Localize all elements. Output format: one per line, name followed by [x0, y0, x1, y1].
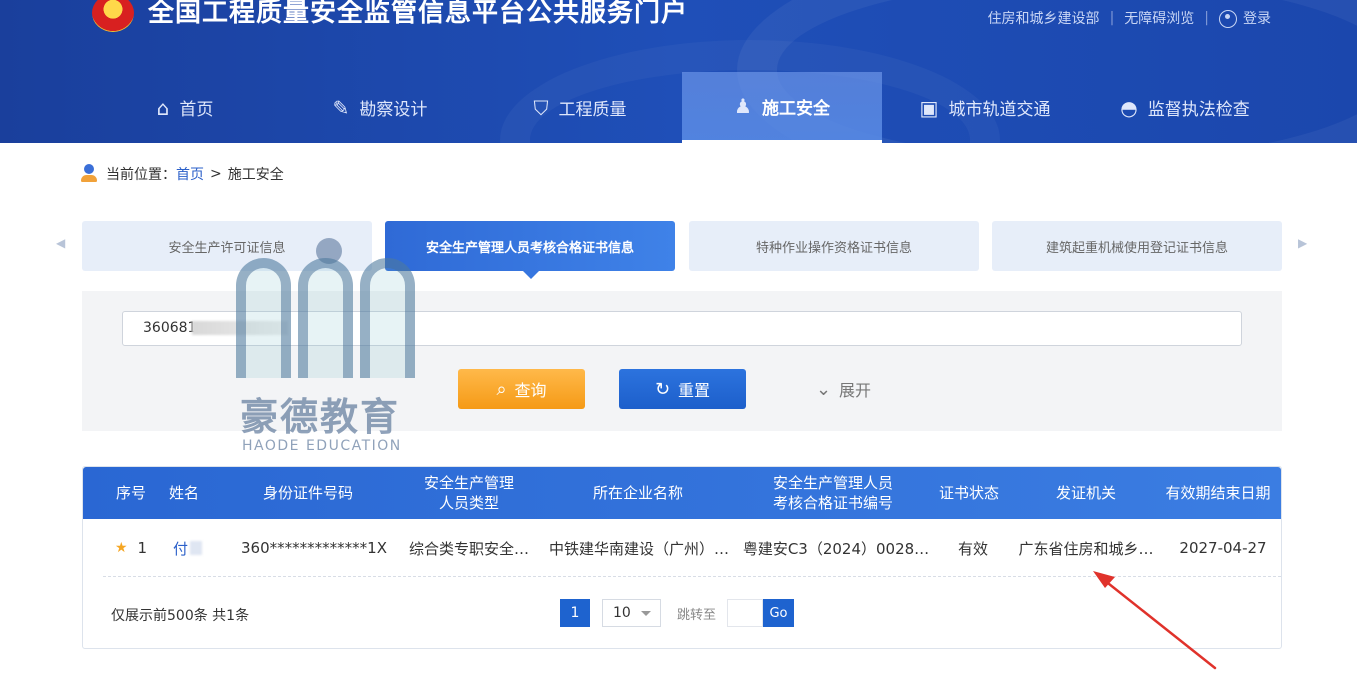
cell-company: 中铁建华南建设（广州）…: [548, 539, 729, 558]
nav-item-rail-transit[interactable]: ▣ 城市轨道交通: [900, 72, 1070, 143]
tab-special-operation-cert[interactable]: 特种作业操作资格证书信息: [689, 221, 979, 271]
page-size-select[interactable]: 10: [602, 599, 661, 627]
redaction-blur: [190, 541, 203, 555]
search-icon: ⌕: [496, 378, 507, 400]
column-header-issuer: 发证机关: [1055, 484, 1116, 502]
go-button[interactable]: Go: [763, 599, 794, 627]
shield-icon: ⛉: [533, 95, 549, 120]
column-header-id: 身份证件号码: [262, 484, 353, 502]
officer-cap-icon: ◓: [1120, 95, 1138, 120]
jump-to-label: 跳转至: [677, 608, 717, 623]
nav-item-supervision[interactable]: ◓ 监督执法检查: [1100, 72, 1270, 143]
tabs-next-arrow-icon[interactable]: ▶: [1298, 236, 1307, 250]
result-count-info: 仅展示前500条 共1条: [111, 608, 250, 624]
watermark-subtext: HAODE EDUCATION: [242, 438, 402, 454]
top-link-accessibility[interactable]: 无障碍浏览: [1124, 8, 1194, 28]
nav-item-home[interactable]: ⌂ 首页: [105, 72, 265, 143]
tab-safety-permit[interactable]: 安全生产许可证信息: [82, 221, 372, 271]
column-header-index: 序号: [115, 484, 146, 502]
cell-cert-no: 粤建安C3（2024）0028…: [742, 539, 930, 558]
chevron-down-circle-icon: ⌄: [815, 378, 832, 400]
query-label: 查询: [514, 381, 547, 400]
location-icon: [80, 164, 98, 184]
nav-label: 监督执法检查: [1147, 100, 1250, 120]
national-emblem-icon: [92, 0, 134, 32]
home-icon: ⌂: [156, 95, 170, 120]
breadcrumb-current: 施工安全: [227, 167, 284, 183]
id-search-input[interactable]: 360681: [122, 311, 1242, 346]
person-name-link[interactable]: 付: [173, 538, 188, 559]
expand-label: 展开: [839, 381, 872, 400]
nav-label: 城市轨道交通: [948, 100, 1051, 120]
nav-item-design[interactable]: ✎ 勘察设计: [300, 72, 460, 143]
tabs-prev-arrow-icon[interactable]: ◀: [56, 236, 65, 250]
redaction-blur: [192, 321, 288, 335]
nav-label: 首页: [179, 100, 214, 120]
cell-status: 有效: [957, 539, 988, 558]
tab-safety-manager-cert[interactable]: 安全生产管理人员考核合格证书信息: [385, 221, 675, 279]
table-header: 序号 姓名 身份证件号码 安全生产管理 人员类型 所在企业名称 安全生产管理人员…: [83, 467, 1281, 519]
column-header-company: 所在企业名称: [592, 484, 683, 502]
breadcrumb-home-link[interactable]: 首页: [176, 164, 204, 184]
top-links: 住房和城乡建设部 | 无障碍浏览 | 登录: [988, 8, 1271, 28]
column-header-name: 姓名: [168, 484, 199, 502]
site-title: 全国工程质量安全监管信息平台公共服务门户: [148, 0, 689, 28]
user-icon: [1219, 10, 1237, 28]
column-header-cert-no: 安全生产管理人员 考核合格证书编号: [772, 474, 893, 512]
column-header-status: 证书状态: [938, 484, 999, 502]
row-index: 1: [137, 539, 148, 557]
search-panel: 360681 ⌕ 查询 ↻ 重置 ⌄ 展开: [82, 291, 1282, 431]
nav-item-quality[interactable]: ⛉ 工程质量: [500, 72, 660, 143]
page-button-current[interactable]: 1: [560, 599, 590, 627]
query-button[interactable]: ⌕ 查询: [458, 369, 585, 409]
annotation-arrow-icon: [1093, 571, 1217, 670]
cell-name[interactable]: 付: [159, 519, 219, 577]
login-button[interactable]: 登录: [1219, 8, 1271, 28]
nav-label: 施工安全: [761, 98, 830, 119]
divider: |: [1204, 10, 1209, 26]
main-nav: ⌂ 首页 ✎ 勘察设计 ⛉ 工程质量 ♟ 施工安全 ▣ 城市轨道交通 ◓ 监督执…: [0, 72, 1357, 143]
nav-label: 勘察设计: [359, 100, 428, 120]
column-header-type: 安全生产管理 人员类型: [423, 474, 514, 512]
expand-button[interactable]: ⌄ 展开: [780, 369, 907, 409]
cell-index: ★ 1: [103, 519, 159, 577]
jump-page-input[interactable]: [727, 599, 763, 627]
nav-label: 工程质量: [558, 100, 627, 120]
cell-type: 综合类专职安全…: [408, 539, 529, 558]
refresh-icon: ↻: [654, 378, 671, 400]
nav-item-construction-safety[interactable]: ♟ 施工安全: [682, 72, 882, 143]
design-tools-icon: ✎: [332, 95, 350, 120]
login-label: 登录: [1243, 11, 1271, 27]
worker-icon: ♟: [734, 94, 752, 118]
divider: |: [1109, 10, 1115, 26]
tab-crane-registration-cert[interactable]: 建筑起重机械使用登记证书信息: [992, 221, 1282, 271]
site-header: 全国工程质量安全监管信息平台公共服务门户 住房和城乡建设部 | 无障碍浏览 | …: [0, 0, 1357, 143]
reset-label: 重置: [678, 381, 711, 400]
train-icon: ▣: [919, 95, 939, 120]
caret-down-icon: [641, 611, 651, 616]
page-size-value: 10: [613, 605, 631, 621]
breadcrumb-prefix: 当前位置：: [106, 167, 176, 183]
cell-id-number: 360*************1X: [241, 539, 387, 557]
column-header-expiry: 有效期结束日期: [1165, 484, 1271, 502]
reset-button[interactable]: ↻ 重置: [619, 369, 746, 409]
star-icon[interactable]: ★: [115, 540, 128, 556]
top-link-ministry[interactable]: 住房和城乡建设部: [988, 8, 1100, 28]
breadcrumb-separator: >: [210, 166, 222, 182]
breadcrumb: 当前位置： 首页 > 施工安全: [80, 164, 284, 184]
